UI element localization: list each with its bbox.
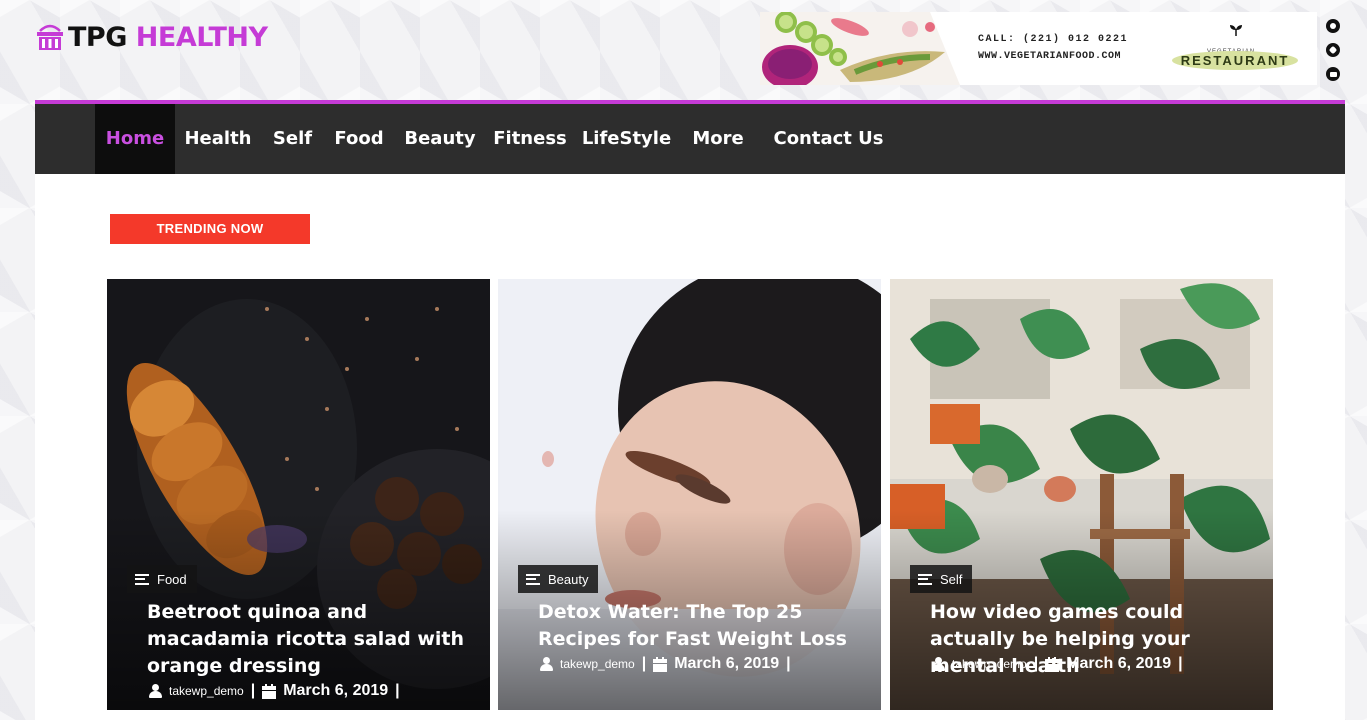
nav-item-more[interactable]: More + (683, 104, 753, 219)
nav-item-lifestyle[interactable]: LifeStyle (580, 104, 673, 174)
nav-item-self[interactable]: Self (266, 104, 319, 174)
post-meta: takewp_demo | March 6, 2019 | (932, 655, 1183, 673)
site-title-primary: TPG (68, 22, 136, 53)
meta-separator: | (250, 682, 256, 699)
meta-separator: | (786, 655, 791, 672)
post-card-beauty[interactable]: Beauty Detox Water: The Top 25 Recipes f… (498, 279, 881, 710)
category-icon (135, 573, 149, 585)
post-date[interactable]: March 6, 2019 (674, 655, 779, 673)
nav-item-beauty[interactable]: Beauty (400, 104, 480, 174)
site-header: TPG HEALTHY CALL: (221) 012 0221 WWW.VEG… (0, 0, 1367, 100)
post-meta: takewp_demo | March 6, 2019 | (149, 682, 400, 700)
post-date[interactable]: March 6, 2019 (283, 682, 388, 700)
nav-item-food[interactable]: Food (329, 104, 389, 174)
post-title[interactable]: Beetroot quinoa and macadamia ricotta sa… (147, 599, 467, 680)
calendar-icon (653, 656, 668, 672)
category-icon (918, 573, 932, 585)
calendar-icon (262, 683, 277, 699)
calendar-icon (1045, 656, 1060, 672)
site-title-accent: HEALTHY (135, 22, 268, 53)
mail-icon[interactable] (1326, 67, 1340, 81)
category-label: Food (157, 571, 187, 587)
post-title[interactable]: Detox Water: The Top 25 Recipes for Fast… (538, 599, 858, 653)
meta-separator: | (1178, 655, 1183, 672)
category-icon (526, 573, 540, 585)
basket-icon (37, 24, 63, 50)
meta-separator: | (395, 682, 400, 699)
site-title: TPG HEALTHY (68, 22, 268, 53)
nav-item-contact[interactable]: Contact Us (772, 104, 885, 174)
banner-food-image (760, 12, 960, 85)
category-badge[interactable]: Food (127, 565, 197, 593)
trending-now-label: TRENDING NOW (110, 214, 310, 244)
header-ad-banner[interactable]: CALL: (221) 012 0221 WWW.VEGETARIANFOOD.… (760, 12, 1317, 85)
banner-website: WWW.VEGETARIANFOOD.COM (978, 51, 1122, 62)
post-card-self[interactable]: Self How video games could actually be h… (890, 279, 1273, 710)
nav-item-health[interactable]: Health (178, 104, 258, 174)
meta-separator: | (641, 655, 647, 672)
post-author[interactable]: takewp_demo (169, 684, 244, 698)
site-logo[interactable]: TPG HEALTHY (36, 22, 268, 53)
social-circle-icon[interactable] (1326, 19, 1340, 33)
nav-item-fitness[interactable]: Fitness (491, 104, 569, 174)
banner-badge: RESTAURANT (1172, 51, 1298, 70)
category-label: Beauty (548, 571, 589, 587)
post-author[interactable]: takewp_demo (560, 657, 635, 671)
nav-item-home[interactable]: Home (95, 104, 175, 174)
leaf-icon (1230, 25, 1242, 36)
post-author[interactable]: takewp_demo (952, 657, 1027, 671)
meta-separator: | (1033, 655, 1039, 672)
post-date[interactable]: March 6, 2019 (1066, 655, 1171, 673)
category-badge[interactable]: Beauty (518, 565, 599, 593)
post-meta: takewp_demo | March 6, 2019 | (540, 655, 791, 673)
main-navigation: Home Health Self Food Beauty Fitness Lif… (35, 104, 1345, 219)
user-icon (540, 657, 553, 671)
main-content: TRENDING NOW Food Beetroot quinoa and ma… (35, 174, 1345, 720)
phone-icon[interactable] (1326, 43, 1340, 57)
post-card-food[interactable]: Food Beetroot quinoa and macadamia ricot… (107, 279, 490, 710)
user-icon (932, 657, 945, 671)
category-label: Self (940, 571, 963, 587)
user-icon (149, 684, 162, 698)
category-badge[interactable]: Self (910, 565, 973, 593)
banner-phone: CALL: (221) 012 0221 (978, 34, 1129, 45)
